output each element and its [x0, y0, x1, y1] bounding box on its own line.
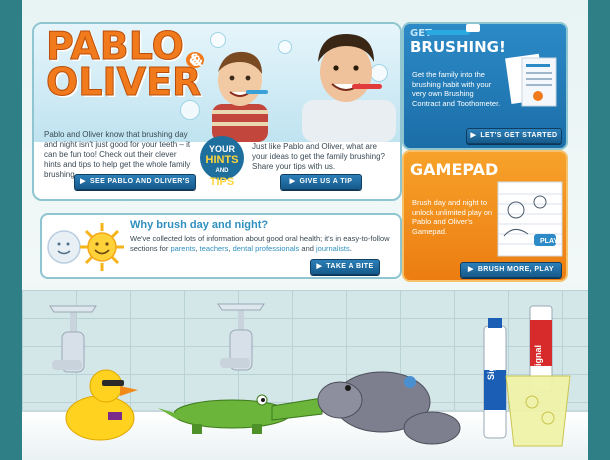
gamepad-title: GAMEPAD — [410, 160, 499, 179]
page-stage: PABLO & OLIVER YOUR HINTS AND TIPS Pablo… — [22, 0, 588, 460]
play-label[interactable]: PLAY — [540, 238, 558, 245]
lets-get-started-label: LET'S GET STARTED — [480, 132, 558, 139]
tap-left-icon — [49, 305, 97, 373]
toothpaste-box-brand: Signal — [533, 344, 543, 372]
arrow-right-icon: ▶ — [468, 266, 474, 273]
toothbrush-cup-icon — [505, 375, 571, 447]
moon-and-sun-icon — [47, 223, 124, 271]
parents-link[interactable]: parents — [170, 244, 195, 253]
brushing-contract-image — [505, 53, 557, 107]
crocodile-icon — [158, 394, 323, 434]
boy-brushing-image — [212, 51, 268, 142]
why-heading: Why brush day and night? — [130, 219, 269, 231]
gamepad-notebook-image — [497, 181, 563, 257]
pablo-oliver-logo[interactable]: PABLO & OLIVER — [46, 24, 206, 108]
arrow-right-icon: ▶ — [289, 178, 296, 185]
man-brushing-image — [302, 34, 396, 142]
give-tip-label: GIVE US A TIP — [299, 178, 353, 185]
lets-get-started-button[interactable]: ▶ LET'S GET STARTED — [466, 128, 562, 144]
tap-right-icon — [217, 303, 265, 371]
take-a-bite-label: TAKE A BITE — [326, 263, 374, 270]
see-tips-label: SEE PABLO AND OLIVER'S TIPS — [89, 178, 190, 199]
hints-and-tips-badge: YOUR HINTS AND TIPS — [200, 136, 244, 188]
get-brushing-text: Get the family into the brushing habit w… — [412, 70, 501, 108]
intro-text: Pablo and Oliver know that brushing day … — [44, 130, 191, 179]
gamepad-panel: GAMEPAD PLAY Brush day and night to unlo… — [402, 150, 568, 282]
gamepad-text: Brush day and night to unlock unlimited … — [412, 198, 493, 236]
bathroom-scene — [49, 303, 571, 447]
see-tips-button[interactable]: ▶ SEE PABLO AND OLIVER'S TIPS — [74, 174, 196, 199]
teachers-link[interactable]: teachers — [200, 244, 229, 253]
take-a-bite-button[interactable]: ▶ TAKE A BITE — [310, 259, 380, 275]
toothbrush-icon — [426, 24, 480, 35]
brush-more-play-more-button[interactable]: ▶BRUSH MORE, PLAY MORE — [460, 262, 562, 278]
bubble — [278, 40, 292, 54]
share-text: Just like Pablo and Oliver, what are you… — [252, 142, 385, 171]
arrow-right-icon: ▶ — [80, 178, 86, 185]
give-tip-button[interactable]: ▶ GIVE US A TIP — [280, 174, 362, 190]
why-text: We've collected lots of information abou… — [130, 234, 390, 253]
rubber-duck-icon — [65, 369, 138, 441]
hippo-icon — [317, 371, 461, 445]
toothpaste-brand: Signal — [486, 352, 496, 380]
logo-line2: OLIVER — [46, 60, 202, 104]
badge-mid-text: HINTS — [205, 154, 239, 166]
arrow-right-icon: ▶ — [316, 263, 323, 270]
why-brush-panel: Why brush day and night? We've collected… — [40, 213, 402, 279]
logo-ampersand: & — [186, 42, 205, 78]
brush-more-play-more-label: BRUSH MORE, PLAY MORE — [477, 266, 554, 273]
badge-bottom-text: TIPS — [209, 176, 235, 188]
logo-line1: PABLO — [46, 24, 185, 68]
get-brushing-title: BRUSHING! — [410, 38, 506, 56]
dental-professionals-link[interactable]: dental professionals — [233, 244, 300, 253]
get-brushing-panel: GET BRUSHING! Get the family into the br… — [402, 22, 568, 150]
journalists-link[interactable]: journalists — [316, 244, 350, 253]
hero-panel: PABLO & OLIVER YOUR HINTS AND TIPS Pablo… — [32, 22, 402, 201]
arrow-right-icon: ▶ — [470, 132, 477, 139]
